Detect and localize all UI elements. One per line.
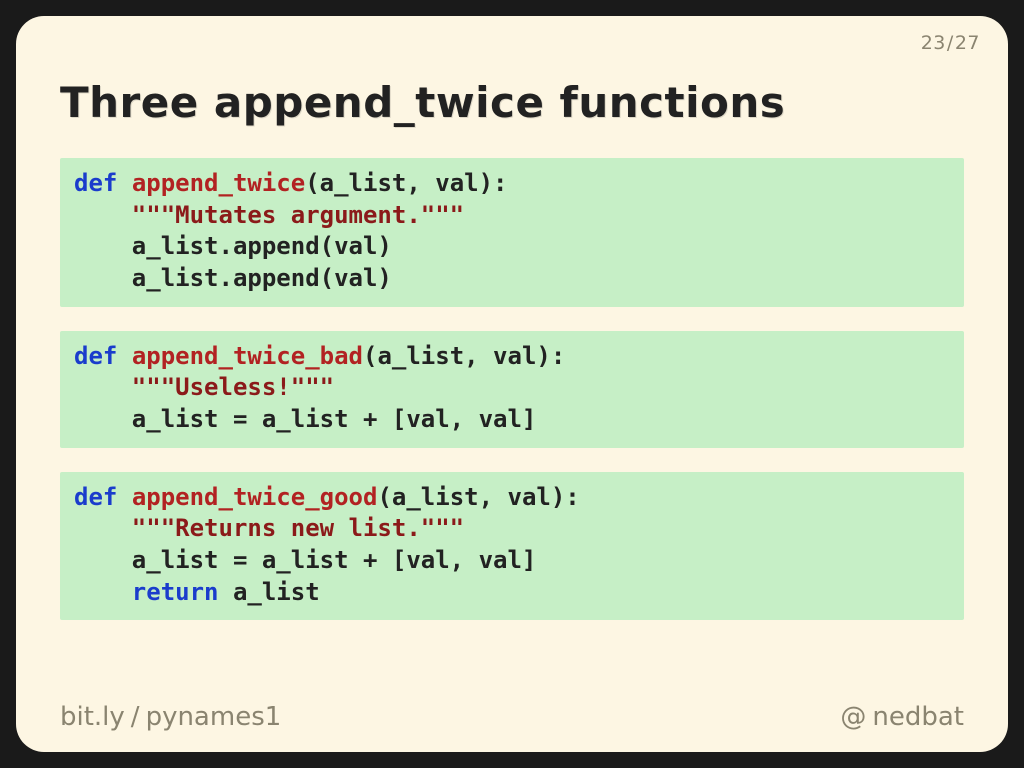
func-name: append_twice_bad bbox=[132, 342, 363, 370]
at-sign: @ bbox=[840, 702, 866, 732]
code-block-2: def append_twice_bad(a_list, val): """Us… bbox=[60, 331, 964, 448]
keyword-def: def bbox=[74, 342, 117, 370]
slide: 23/27 Three append_twice functions def a… bbox=[16, 16, 1008, 752]
code-block-3: def append_twice_good(a_list, val): """R… bbox=[60, 472, 964, 621]
docstring: """Returns new list.""" bbox=[132, 514, 464, 542]
docstring: """Useless!""" bbox=[132, 373, 334, 401]
footer-link-host: bit.ly bbox=[60, 702, 125, 732]
footer-link: bit.ly/pynames1 bbox=[60, 702, 281, 732]
code-line: a_list bbox=[219, 578, 320, 606]
handle-text: nedbat bbox=[872, 702, 964, 732]
footer-link-sep: / bbox=[131, 702, 140, 732]
code-block-1: def append_twice(a_list, val): """Mutate… bbox=[60, 158, 964, 307]
func-name: append_twice_good bbox=[132, 483, 378, 511]
page-sep: / bbox=[947, 32, 954, 54]
footer-link-path: pynames1 bbox=[146, 702, 282, 732]
func-sig: (a_list, val): bbox=[363, 342, 565, 370]
keyword-def: def bbox=[74, 483, 117, 511]
docstring: """Mutates argument.""" bbox=[132, 201, 464, 229]
page-counter: 23/27 bbox=[921, 32, 980, 54]
keyword-def: def bbox=[74, 169, 117, 197]
page-current: 23 bbox=[921, 32, 946, 54]
keyword-return: return bbox=[132, 578, 219, 606]
func-name: append_twice bbox=[132, 169, 305, 197]
code-line: a_list = a_list + [val, val] bbox=[132, 546, 537, 574]
page-total: 27 bbox=[955, 32, 980, 54]
code-line: a_list = a_list + [val, val] bbox=[132, 405, 537, 433]
code-area: def append_twice(a_list, val): """Mutate… bbox=[60, 158, 964, 644]
func-sig: (a_list, val): bbox=[377, 483, 579, 511]
code-line: a_list.append(val) bbox=[132, 232, 392, 260]
footer-handle: @nedbat bbox=[840, 702, 964, 732]
func-sig: (a_list, val): bbox=[305, 169, 507, 197]
code-line: a_list.append(val) bbox=[132, 264, 392, 292]
slide-title: Three append_twice functions bbox=[60, 78, 785, 127]
